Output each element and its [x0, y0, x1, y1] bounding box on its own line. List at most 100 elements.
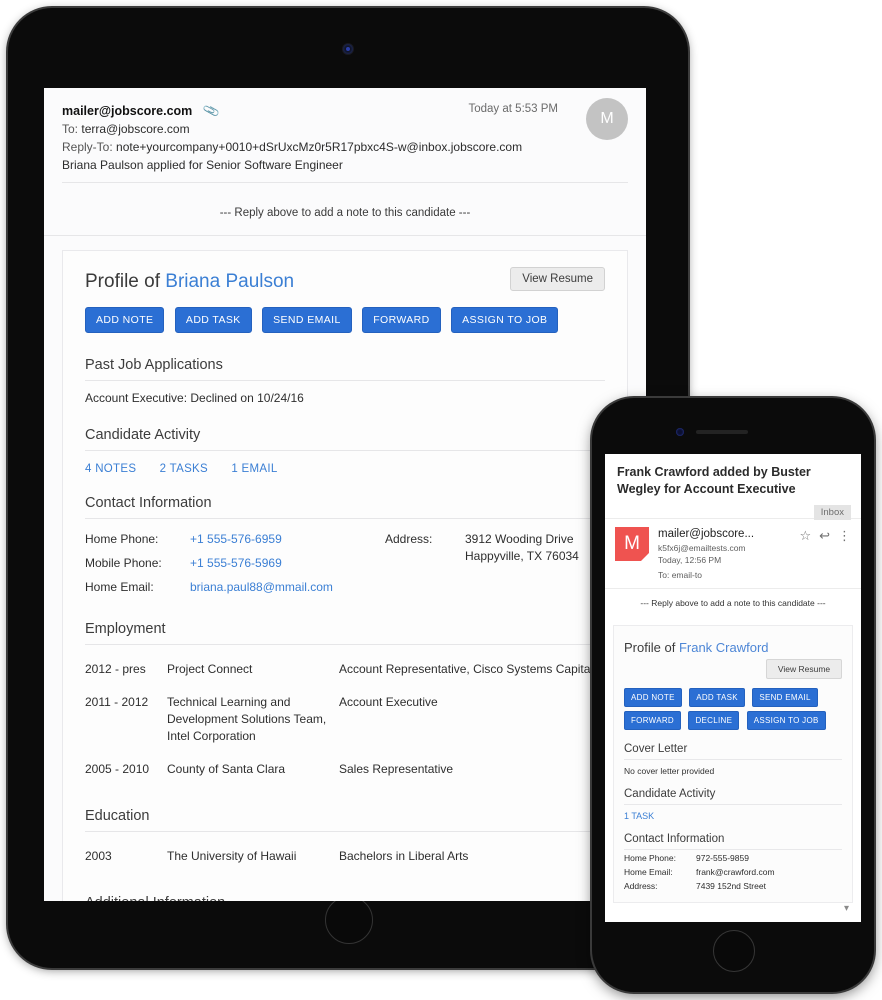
phone-earpiece-speaker [696, 430, 748, 434]
email-replyto-row: Reply-To: note+yourcompany+0010+dSrUxcMz… [62, 138, 628, 156]
add-task-button[interactable]: ADD TASK [174, 307, 252, 333]
phone-assign-to-job-button[interactable]: ASSIGN TO JOB [746, 711, 826, 730]
address-line-2: Happyville, TX 76034 [465, 549, 579, 563]
activity-tasks-link[interactable]: 2 TASKS [160, 463, 208, 475]
forward-button[interactable]: FORWARD [362, 307, 441, 333]
chevron-down-icon[interactable]: ▾ [844, 903, 849, 914]
phone-sender-to-line: To: email-to [658, 570, 702, 580]
phone-email-actions: ☆ ↩ ⋮ [799, 527, 851, 542]
paperclip-icon: 📎 [201, 101, 221, 121]
candidate-name-link[interactable]: Briana Paulson [165, 271, 294, 292]
phone-home-button[interactable] [713, 930, 755, 972]
phone-address-value[interactable]: 7439 152nd Street [696, 878, 842, 892]
view-resume-button[interactable]: View Resume [510, 267, 605, 291]
phone-home-email-label: Home Email: [624, 867, 673, 877]
phone-email-subject: Frank Crawford added by Buster Wegley fo… [617, 465, 811, 496]
contact-phones-column: Home Phone: +1 555-576-6959 Mobile Phone… [85, 529, 385, 601]
table-row: 2011 - 2012 Technical Learning and Devel… [85, 688, 605, 755]
education-year: 2003 [85, 849, 112, 863]
phone-sender-reply-address: k5fx6j@emailtests.com [658, 543, 746, 553]
phone-action-bar: ADD NOTE ADD TASK SEND EMAIL FORWARD DEC… [624, 687, 842, 733]
phone-sender-row: M mailer@jobscore... k5fx6j@emailtests.c… [605, 518, 861, 914]
tablet-front-camera-icon [343, 44, 353, 54]
phone-add-note-button[interactable]: ADD NOTE [624, 688, 682, 707]
phone-section-heading-cover-letter: Cover Letter [624, 743, 842, 760]
table-row: 2003 The University of Hawaii Bachelors … [85, 842, 605, 875]
contact-row-home-email: Home Email: briana.paul88@mmail.com [85, 577, 385, 601]
phone-profile-title-prefix: Profile of [624, 640, 676, 655]
tablet-screen: mailer@jobscore.com 📎 Today at 5:53 PM M… [44, 88, 646, 901]
phone-page-title: Profile of Frank Crawford [624, 640, 842, 655]
section-heading-additional-information: Additional Information [85, 895, 605, 901]
employment-years: 2005 - 2010 [85, 762, 150, 776]
section-heading-contact-information: Contact Information [85, 495, 605, 519]
email-subject: Briana Paulson applied for Senior Softwa… [62, 158, 343, 172]
send-email-button[interactable]: SEND EMAIL [262, 307, 352, 333]
education-degree: Bachelors in Liberal Arts [339, 849, 469, 863]
employment-role: Sales Representative [339, 762, 454, 776]
education-school: The University of Hawaii [167, 849, 297, 863]
phone-home-phone-label: Home Phone: [624, 853, 676, 863]
phone-forward-button[interactable]: FORWARD [624, 711, 681, 730]
section-heading-candidate-activity: Candidate Activity [85, 427, 605, 451]
phone-contact-row-address: Address: 7439 152nd Street [624, 878, 842, 892]
email-from-address: mailer@jobscore.com [62, 104, 193, 118]
section-heading-education: Education [85, 808, 605, 832]
primary-action-bar: ADD NOTE ADD TASK SEND EMAIL FORWARD ASS… [85, 307, 605, 339]
phone-contact-table: Home Phone: 972-555-9859 Home Email: fra… [624, 850, 842, 892]
section-heading-employment: Employment [85, 621, 605, 645]
phone-send-email-button[interactable]: SEND EMAIL [752, 688, 818, 707]
tablet-device: mailer@jobscore.com 📎 Today at 5:53 PM M… [6, 6, 690, 970]
activity-notes-link[interactable]: 4 NOTES [85, 463, 136, 475]
reply-arrow-icon[interactable]: ↩ [819, 529, 830, 542]
phone-home-phone-value[interactable]: 972-555-9859 [696, 850, 842, 864]
home-email-label: Home Email: [85, 580, 154, 594]
contact-row-address: Address: 3912 Wooding Drive Happyville, … [385, 529, 605, 570]
reply-above-note: --- Reply above to add a note to this ca… [44, 193, 646, 236]
star-icon[interactable]: ☆ [799, 529, 811, 542]
email-replyto-value: note+yourcompany+0010+dSrUxcMz0r5R17pbxc… [116, 140, 523, 154]
address-line-1: 3912 Wooding Drive [465, 532, 574, 546]
tablet-home-button[interactable] [325, 896, 373, 944]
employment-organization: Technical Learning and Development Solut… [167, 695, 327, 743]
contact-address-column: Address: 3912 Wooding Drive Happyville, … [385, 529, 605, 601]
phone-inbox-badge-row: Inbox [605, 502, 861, 520]
add-note-button[interactable]: ADD NOTE [85, 307, 165, 333]
phone-view-resume-button[interactable]: View Resume [766, 659, 842, 679]
employment-organization: Project Connect [167, 662, 253, 676]
mobile-phone-label: Mobile Phone: [85, 556, 162, 570]
email-to-row: To: terra@jobscore.com [62, 120, 628, 138]
employment-years: 2011 - 2012 [85, 695, 149, 709]
table-row: 2012 - pres Project Connect Account Repr… [85, 655, 605, 688]
mobile-phone-value[interactable]: +1 555-576-5969 [190, 553, 385, 577]
activity-links: 4 NOTES 2 TASKS 1 EMAIL [85, 451, 605, 477]
phone-sender-meta: mailer@jobscore... k5fx6j@emailtests.com… [658, 527, 799, 582]
avatar: M [586, 98, 628, 140]
phone-screen: Frank Crawford added by Buster Wegley fo… [605, 454, 861, 922]
activity-emails-link[interactable]: 1 EMAIL [231, 463, 277, 475]
assign-to-job-button[interactable]: ASSIGN TO JOB [451, 307, 559, 333]
phone-candidate-profile-card: Profile of Frank Crawford View Resume AD… [613, 625, 853, 903]
education-body: 2003 The University of Hawaii Bachelors … [85, 832, 605, 877]
phone-decline-button[interactable]: DECLINE [688, 711, 740, 730]
employment-years: 2012 - pres [85, 662, 146, 676]
phone-candidate-name-link[interactable]: Frank Crawford [679, 640, 769, 655]
avatar: M [615, 527, 649, 561]
more-vertical-icon[interactable]: ⋮ [838, 529, 851, 542]
home-email-value[interactable]: briana.paul88@mmail.com [190, 577, 385, 601]
phone-contact-row-home-phone: Home Phone: 972-555-9859 [624, 850, 842, 864]
phone-add-task-button[interactable]: ADD TASK [689, 688, 745, 707]
email-to-label: To: [62, 122, 79, 136]
candidate-profile-card: View Resume Profile of Briana Paulson AD… [62, 250, 628, 901]
contact-row-mobile-phone: Mobile Phone: +1 555-576-5969 [85, 553, 385, 577]
employment-role: Account Executive [339, 695, 438, 709]
phone-device: Frank Crawford added by Buster Wegley fo… [590, 396, 876, 994]
address-value: 3912 Wooding Drive Happyville, TX 76034 [465, 529, 605, 570]
phone-home-email-value[interactable]: frank@crawford.com [696, 864, 842, 878]
home-phone-value[interactable]: +1 555-576-6959 [190, 529, 385, 553]
phone-activity-task-link[interactable]: 1 TASK [624, 805, 842, 823]
past-job-entry: Account Executive: Declined on 10/24/16 [85, 391, 304, 405]
phone-reply-above-note: --- Reply above to add a note to this ca… [605, 588, 861, 617]
employment-organization: County of Santa Clara [167, 762, 286, 776]
email-timestamp: Today at 5:53 PM [468, 103, 559, 115]
